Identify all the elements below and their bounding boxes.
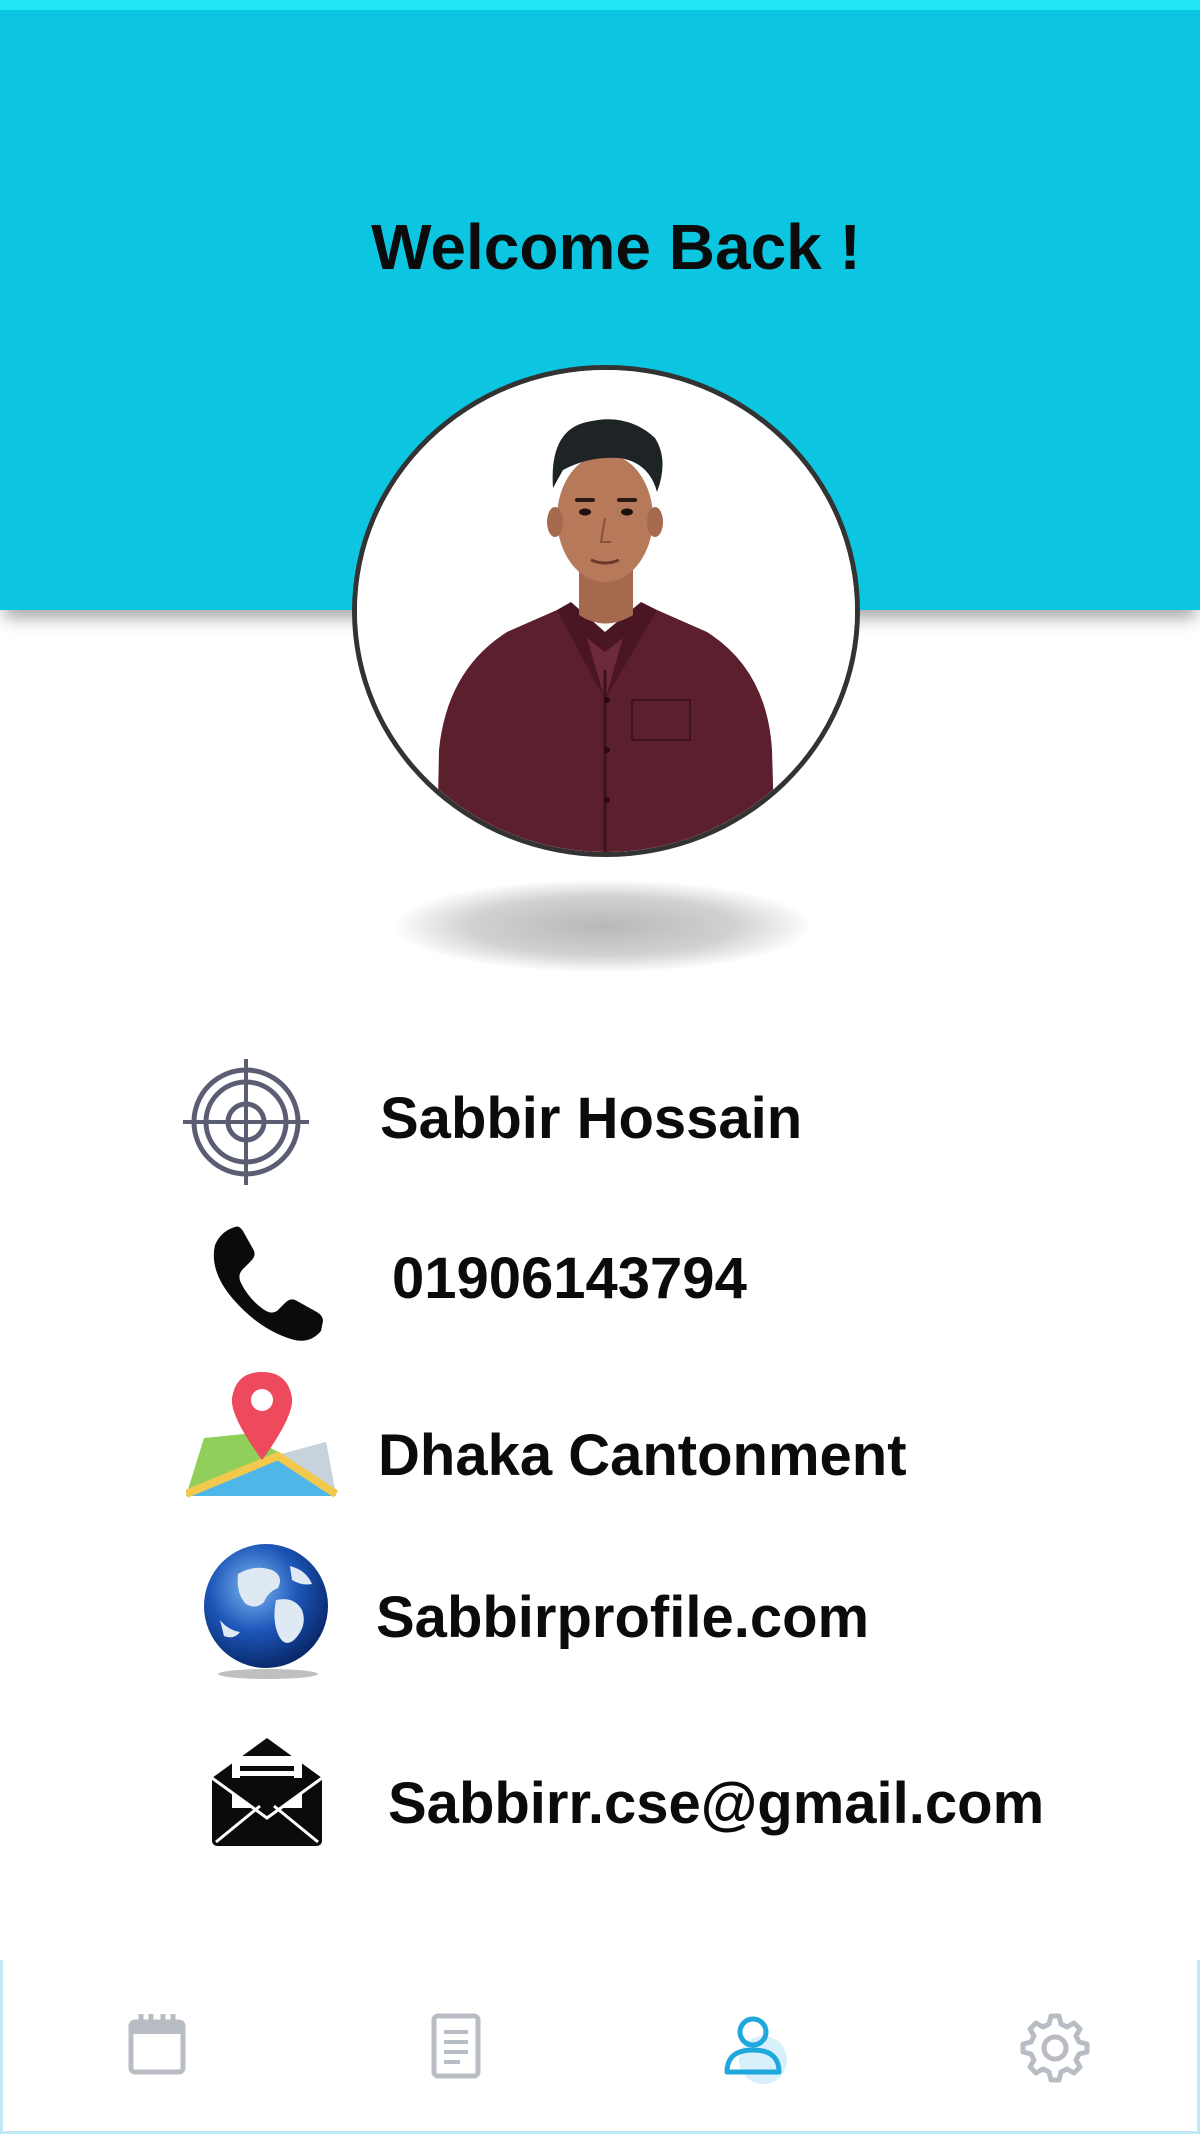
welcome-title: Welcome Back ! (371, 211, 861, 283)
nav-profile[interactable] (717, 2006, 797, 2086)
bottom-nav (0, 1960, 1200, 2134)
avatar-shadow (395, 880, 810, 972)
website-row[interactable]: Sabbirprofile.com (0, 1540, 1200, 1679)
phone-icon (213, 1226, 323, 1341)
name-row: Sabbir Hossain (0, 1055, 1200, 1185)
location-text[interactable]: Dhaka Cantonment (378, 1422, 907, 1489)
document-icon (431, 2013, 481, 2079)
globe-icon (204, 1544, 328, 1679)
email-row[interactable]: Sabbirr.cse@gmail.com (0, 1730, 1200, 1860)
gear-icon (1020, 2013, 1090, 2083)
location-row[interactable]: Dhaka Cantonment (0, 1370, 1200, 1500)
calendar-icon (128, 2014, 186, 2075)
nav-settings[interactable] (1015, 2006, 1095, 2086)
user-icon (724, 2016, 787, 2084)
website-link[interactable]: Sabbirprofile.com (376, 1584, 869, 1651)
target-icon (183, 1059, 309, 1185)
map-pin-icon (186, 1372, 338, 1498)
phone-number[interactable]: 01906143794 (392, 1245, 747, 1312)
avatar[interactable] (352, 365, 860, 857)
user-name: Sabbir Hossain (380, 1086, 803, 1151)
profile-screen: Welcome Back ! Sabbir Hossain 0190614379… (0, 0, 1200, 2134)
nav-documents[interactable] (416, 2006, 496, 2086)
phone-row[interactable]: 01906143794 (0, 1215, 1200, 1345)
profile-photo (357, 370, 855, 852)
email-address[interactable]: Sabbirr.cse@gmail.com (388, 1770, 1044, 1837)
envelope-icon (211, 1738, 323, 1846)
nav-calendar[interactable] (117, 2006, 197, 2086)
